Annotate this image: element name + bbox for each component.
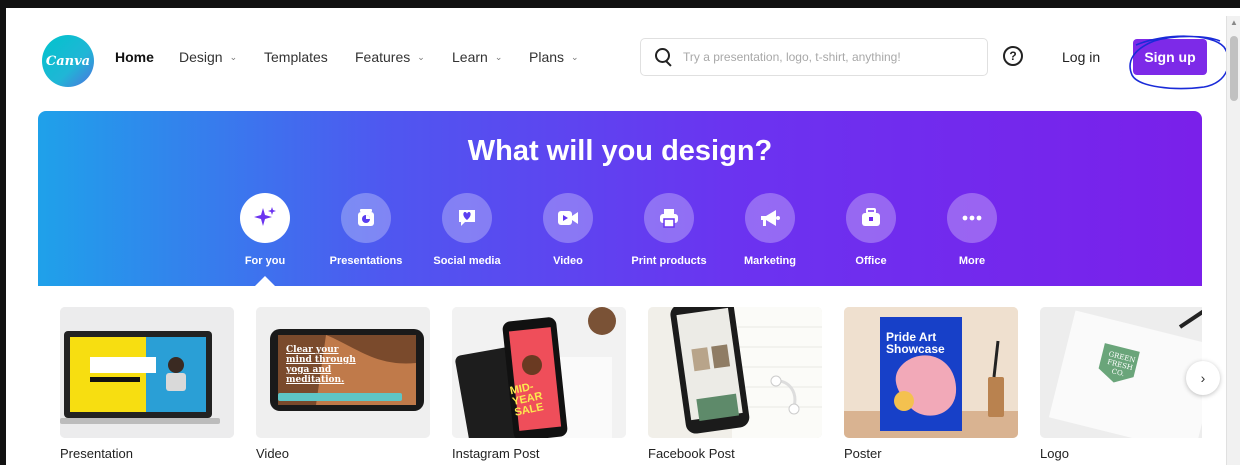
top-nav: Canva Home Design ⌄ Templates Features ⌄ L… — [6, 16, 1232, 98]
presentation-icon — [341, 193, 391, 243]
presentation-thumbnail — [60, 307, 234, 438]
category-label: Office — [855, 255, 887, 267]
video-thumbnail: Clear your mind through yoga and meditat… — [256, 307, 430, 438]
card-title: Poster — [844, 446, 882, 461]
scrollbar-thumb[interactable] — [1230, 36, 1238, 101]
category-label: For you — [244, 255, 286, 267]
browser-frame: Canva Home Design ⌄ Templates Features ⌄ L… — [0, 0, 1240, 465]
instagram-thumbnail: MID-YEAR SALE — [452, 307, 626, 438]
nav-templates[interactable]: Templates — [264, 49, 328, 65]
search-icon — [655, 48, 673, 66]
poster-thumbnail: Pride Art Showcase — [844, 307, 1018, 438]
nav-learn-label: Learn — [452, 49, 488, 65]
category-office[interactable]: Office — [821, 193, 921, 267]
page-scrollbar[interactable]: ▲ — [1226, 16, 1240, 465]
card-facebook-post[interactable]: Facebook Post — [648, 307, 822, 461]
nav-features[interactable]: Features ⌄ — [355, 49, 425, 65]
category-label: More — [958, 255, 986, 267]
category-label: Social media — [433, 255, 501, 267]
category-label: Print products — [631, 255, 707, 267]
canva-logo[interactable]: Canva — [42, 35, 94, 87]
video-thumb-text: Clear your mind through yoga and meditat… — [286, 345, 356, 385]
card-instagram-post[interactable]: MID-YEAR SALE Instagram Post — [452, 307, 626, 461]
card-presentation[interactable]: Presentation — [60, 307, 234, 461]
card-title: Facebook Post — [648, 446, 735, 461]
category-print-products[interactable]: Print products — [619, 193, 719, 267]
hero-banner: What will you design? For you Presentati… — [38, 111, 1202, 286]
category-social-media[interactable]: Social media — [417, 193, 517, 267]
category-label: Video — [553, 255, 583, 267]
chevron-down-icon: ⌄ — [229, 51, 238, 62]
scroll-up-icon[interactable]: ▲ — [1230, 18, 1238, 27]
sparkle-icon — [240, 193, 290, 243]
nav-learn[interactable]: Learn ⌄ — [452, 49, 502, 65]
nav-plans[interactable]: Plans ⌄ — [529, 49, 579, 65]
briefcase-icon — [846, 193, 896, 243]
chevron-down-icon: ⌄ — [417, 51, 425, 62]
nav-templates-label: Templates — [264, 49, 328, 65]
category-more[interactable]: More — [922, 193, 1022, 267]
facebook-thumbnail — [648, 307, 822, 438]
logo-thumbnail: GREEN FRESH CO. — [1040, 307, 1202, 438]
card-title: Video — [256, 446, 290, 461]
card-video[interactable]: Clear your mind through yoga and meditat… — [256, 307, 430, 461]
heart-chat-icon — [442, 193, 492, 243]
category-label: Marketing — [744, 255, 796, 267]
nav-design[interactable]: Design ⌄ — [179, 49, 237, 65]
nav-design-label: Design — [179, 49, 223, 65]
card-title: Logo — [1040, 446, 1069, 461]
printer-icon — [644, 193, 694, 243]
category-label: Presentations — [329, 255, 403, 267]
category-marketing[interactable]: Marketing — [720, 193, 820, 267]
card-title: Instagram Post — [452, 446, 540, 461]
chevron-down-icon: ⌄ — [494, 51, 503, 62]
video-camera-icon — [543, 193, 593, 243]
nav-home[interactable]: Home — [115, 49, 154, 65]
category-video[interactable]: Video — [518, 193, 618, 267]
nav-features-label: Features — [355, 49, 411, 65]
nav-plans-label: Plans — [529, 49, 565, 65]
search-box[interactable] — [640, 38, 988, 76]
card-logo[interactable]: GREEN FRESH CO. Logo — [1040, 307, 1202, 461]
design-type-carousel: Presentation Clear your mind through yog… — [60, 307, 1202, 465]
nav-home-label: Home — [115, 49, 154, 65]
card-poster[interactable]: Pride Art Showcase Poster — [844, 307, 1018, 461]
login-link[interactable]: Log in — [1062, 49, 1100, 65]
carousel-next-button[interactable]: › — [1186, 361, 1220, 395]
help-icon[interactable]: ? — [1003, 46, 1023, 66]
category-presentations[interactable]: Presentations — [316, 193, 416, 267]
card-title: Presentation — [60, 446, 133, 461]
active-tab-pointer — [255, 276, 275, 286]
more-dots-icon — [947, 193, 997, 243]
megaphone-icon — [745, 193, 795, 243]
category-for-you[interactable]: For you — [215, 193, 315, 267]
poster-thumb-text: Pride Art Showcase — [886, 330, 945, 356]
hero-title: What will you design? — [467, 135, 773, 167]
chevron-down-icon: ⌄ — [571, 51, 579, 62]
hand-drawn-circle-annotation — [1129, 35, 1230, 90]
search-input[interactable] — [683, 50, 973, 64]
